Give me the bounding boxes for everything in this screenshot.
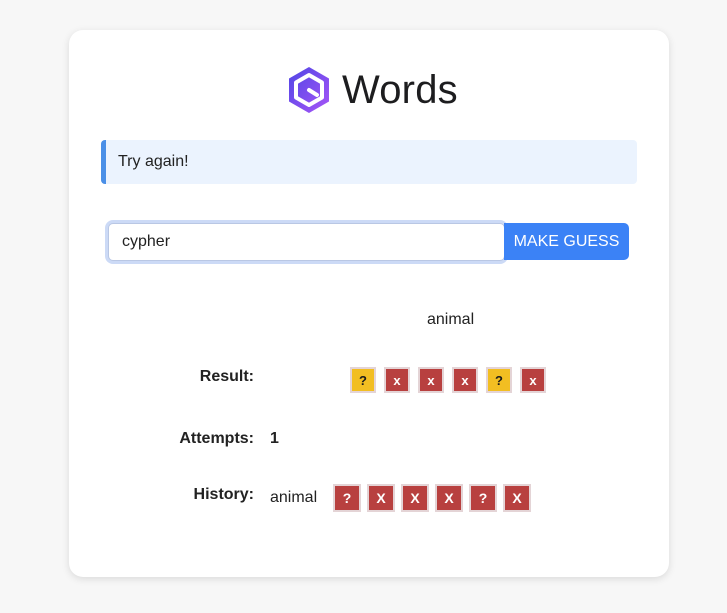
history-tile: X	[503, 484, 531, 512]
attempts-value: 1	[270, 430, 279, 447]
result-tile: x	[452, 367, 478, 393]
hexagon-logo-icon	[289, 67, 329, 113]
attempts-label: Attempts:	[179, 430, 254, 447]
result-label: Result:	[199, 368, 254, 385]
history-tile: ?	[469, 484, 497, 512]
app-title: Words	[342, 67, 458, 112]
result-tile: ?	[486, 367, 512, 393]
result-tile: ?	[350, 367, 376, 393]
history-tile: X	[367, 484, 395, 512]
result-tile: x	[384, 367, 410, 393]
history-label: History:	[193, 486, 254, 503]
history-tile: X	[401, 484, 429, 512]
history-word: animal	[270, 489, 318, 506]
history-tiles: ? X X X ? X	[333, 484, 537, 512]
game-card: Words Try again! MAKE GUESS animal Resul…	[69, 30, 669, 577]
result-tiles: ? x x x ? x	[350, 367, 554, 393]
make-guess-button[interactable]: MAKE GUESS	[504, 223, 629, 260]
alert-message: Try again!	[118, 153, 189, 170]
result-tile: x	[418, 367, 444, 393]
category-hint: animal	[427, 311, 475, 328]
guess-input[interactable]	[108, 223, 505, 261]
status-alert: Try again!	[101, 140, 637, 184]
history-tile: X	[435, 484, 463, 512]
result-tile: x	[520, 367, 546, 393]
history-tile: ?	[333, 484, 361, 512]
brand-header: Words	[284, 65, 458, 115]
